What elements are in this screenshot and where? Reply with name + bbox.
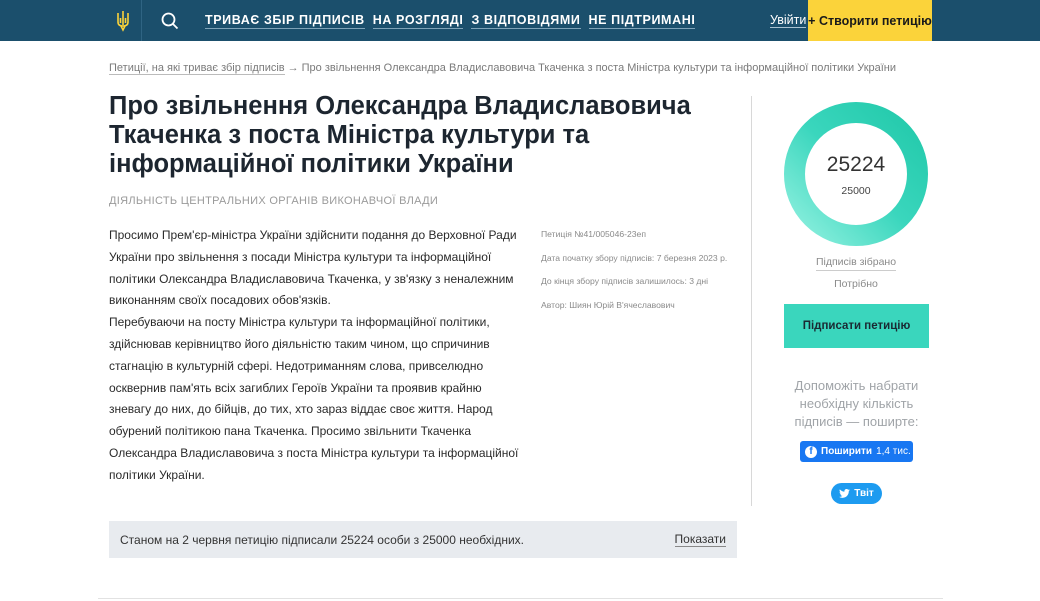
collected-label: Підписів зібрано [784,256,928,271]
search-icon [161,12,179,29]
breadcrumb: Петиції, на які триває збір підписів → Про… [109,62,897,75]
footer-divider [98,598,943,599]
petition-remaining: До кінця збору підписів залишилось: 3 дн… [541,276,709,286]
breadcrumb-arrow-icon: → [287,62,299,74]
facebook-share-count: 1,4 тис. [876,446,911,457]
sign-petition-button[interactable]: Підписати петицію [784,304,929,348]
nav-collecting[interactable]: ТРИВАЄ ЗБІР ПІДПИСІВ [205,13,365,29]
facebook-share-label: Поширити [821,446,873,457]
petition-author: Автор: Шиян Юрій В'ячеславович [541,299,675,310]
trident-icon [116,10,129,32]
column-divider [751,96,752,506]
petition-meta: Петиція №41/005046-23еп Дата початку збо… [541,229,741,323]
nav-under-review[interactable]: НА РОЗГЛЯДІ [372,13,464,29]
search-button[interactable] [142,0,198,41]
petition-category: ДІЯЛЬНІСТЬ ЦЕНТРАЛЬНИХ ОРГАНІВ ВИКОНАВЧО… [109,195,439,207]
signature-target: 25000 [841,185,871,197]
nav-not-supported[interactable]: НЕ ПІДТРИМАНІ [588,13,696,29]
petition-paragraph: Перебуваючи на посту Міністра культури т… [109,315,519,482]
twitter-share-label: Твіт [854,488,874,499]
petition-start-date: Дата початку збору підписів: 7 березня 2… [541,252,728,263]
main-nav: ТРИВАЄ ЗБІР ПІДПИСІВ НА РОЗГЛЯДІ З ВІДПО… [205,0,696,41]
needed-label: Потрібно [834,278,878,290]
twitter-icon [839,489,851,498]
create-petition-button[interactable]: + Створити петицію [808,0,932,41]
petition-title: Про звільнення Олександра Владиславовича… [109,92,691,178]
petition-number: Петиція №41/005046-23еп [541,229,646,239]
trident-logo[interactable] [104,0,142,41]
share-help-text: Допоможіть набрати необхідну кількість п… [794,378,919,429]
login-link[interactable]: Увійти [770,13,807,28]
petition-paragraph: Просимо Прем'єр-міністра України здійсни… [109,228,517,308]
breadcrumb-current: Про звільнення Олександра Владиславовича… [301,62,897,74]
facebook-icon: f [805,445,817,458]
signatures-status-bar: Станом на 2 червня петицію підписали 252… [109,521,737,558]
top-header: ТРИВАЄ ЗБІР ПІДПИСІВ НА РОЗГЛЯДІ З ВІДПО… [0,0,1040,41]
signature-count: 25224 [826,153,886,176]
show-signatories-link[interactable]: Показати [674,532,726,547]
collected-label-text: Підписів зібрано [815,256,897,271]
twitter-share-button[interactable]: Твіт [831,483,882,504]
petition-text: Просимо Прем'єр-міністра України здійсни… [109,225,519,487]
facebook-share-button[interactable]: f Поширити 1,4 тис. [800,441,913,462]
nav-answered[interactable]: З ВІДПОВІДЯМИ [471,13,581,29]
breadcrumb-parent-link[interactable]: Петиції, на які триває збір підписів [109,62,285,75]
status-text: Станом на 2 червня петицію підписали 252… [120,532,525,547]
